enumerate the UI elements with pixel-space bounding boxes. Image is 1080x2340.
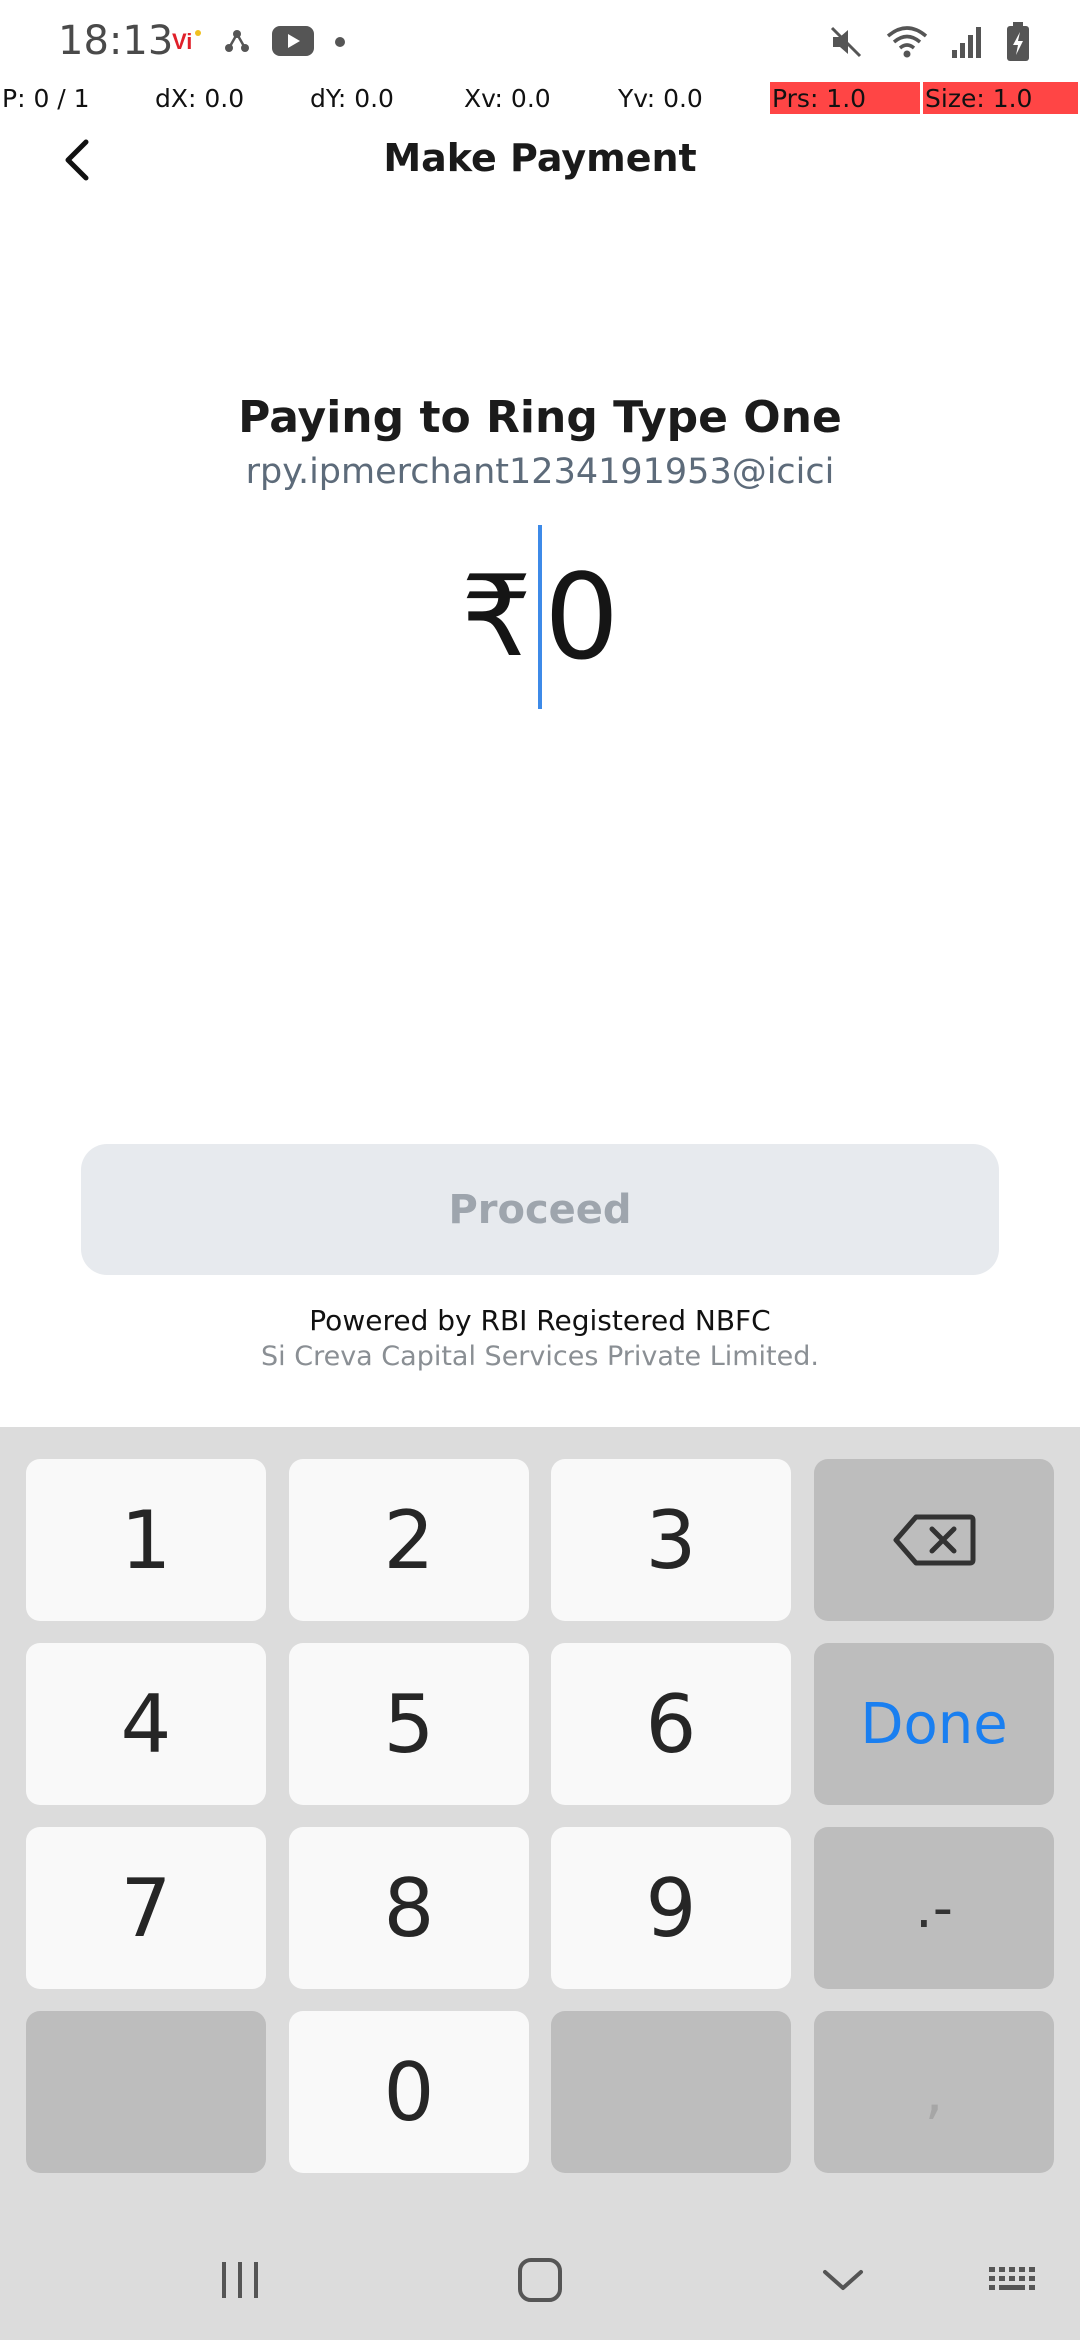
empty-key-right (551, 2011, 791, 2173)
app-screen: 18:13 Vi P: 0 / 1 dX: 0.0 dY: 0.0 Xv: 0.… (0, 0, 1080, 2340)
header: Make Payment (0, 118, 1080, 204)
text-cursor (538, 525, 543, 709)
key-8[interactable]: 8 (289, 1827, 529, 1989)
status-system-icons (828, 22, 1030, 67)
key-0[interactable]: 0 (289, 2011, 529, 2173)
page-title: Make Payment (383, 136, 697, 180)
share-hub-icon (222, 26, 252, 61)
more-notifications-dot-icon (334, 35, 346, 53)
pointer-size-label: Size: 1.0 (923, 82, 1078, 114)
pointer-xv-label: Xv: 0.0 (464, 84, 551, 113)
pointer-pressure-label: Prs: 1.0 (770, 82, 920, 114)
keyboard-switch-button[interactable] (983, 2240, 1043, 2320)
navigation-bar (0, 2220, 1080, 2340)
status-time: 18:13 (58, 18, 174, 64)
key-7[interactable]: 7 (26, 1827, 266, 1989)
home-button[interactable] (500, 2240, 580, 2320)
status-bar: 18:13 Vi (0, 0, 1080, 88)
key-9[interactable]: 9 (551, 1827, 791, 1989)
comma-key[interactable]: , (814, 2011, 1054, 2173)
pointer-count-label: P: 0 / 1 (2, 84, 90, 113)
pointer-dx-label: dX: 0.0 (155, 84, 245, 113)
pointer-dy-label: dY: 0.0 (310, 84, 394, 113)
empty-key-left (26, 2011, 266, 2173)
hide-keyboard-chevron-icon (823, 2270, 863, 2290)
signal-icon (950, 24, 984, 65)
backspace-key[interactable] (814, 1459, 1054, 1621)
key-5[interactable]: 5 (289, 1643, 529, 1805)
key-4[interactable]: 4 (26, 1643, 266, 1805)
key-3[interactable]: 3 (551, 1459, 791, 1621)
svg-text:Vi: Vi (172, 29, 192, 53)
key-1[interactable]: 1 (26, 1459, 266, 1621)
payee-upi-id: rpy.ipmerchant1234191953@icici (245, 452, 835, 492)
numeric-keyboard: 1 2 3 4 5 6 Done 7 8 9 .- 0 , (0, 1427, 1080, 2340)
pointer-location-overlay: P: 0 / 1 dX: 0.0 dY: 0.0 Xv: 0.0 Yv: 0.0… (0, 82, 1080, 118)
key-2[interactable]: 2 (289, 1459, 529, 1621)
backspace-icon (893, 1514, 976, 1566)
dot-dash-key[interactable]: .- (814, 1827, 1054, 1989)
vi-carrier-icon: Vi (172, 29, 202, 58)
home-icon (518, 2258, 562, 2302)
status-notification-icons: Vi (172, 26, 346, 61)
battery-charging-icon (1006, 22, 1030, 67)
hide-keyboard-button[interactable] (803, 2240, 883, 2320)
recents-button[interactable] (200, 2240, 280, 2320)
payee-name: Paying to Ring Type One (238, 392, 842, 443)
company-name: Si Creva Capital Services Private Limite… (261, 1341, 819, 1372)
key-6[interactable]: 6 (551, 1643, 791, 1805)
mute-icon (828, 24, 864, 65)
amount-value: 0 (544, 548, 620, 686)
powered-by-text: Powered by RBI Registered NBFC (309, 1304, 771, 1337)
proceed-button[interactable]: Proceed (81, 1144, 999, 1275)
currency-symbol: ₹ (460, 552, 533, 682)
done-key[interactable]: Done (814, 1643, 1054, 1805)
pointer-yv-label: Yv: 0.0 (618, 84, 703, 113)
amount-input[interactable]: ₹ 0 (0, 522, 1080, 712)
wifi-icon (886, 24, 928, 65)
keyboard-icon (989, 2267, 1035, 2290)
youtube-icon (272, 26, 314, 61)
recents-icon (222, 2262, 258, 2298)
